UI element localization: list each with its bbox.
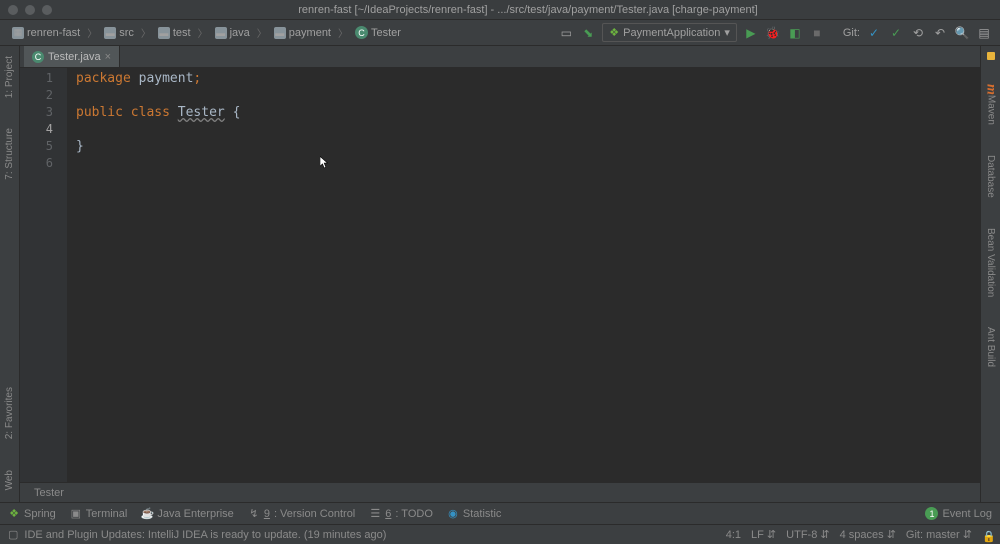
tool-terminal[interactable]: ▣ Terminal	[70, 508, 128, 520]
cursor-position[interactable]: 4:1	[726, 529, 741, 541]
breadcrumb-sep-icon: 〉	[198, 25, 208, 40]
main-area: 1: Project 7: Structure 2: Favorites Web…	[0, 46, 1000, 502]
breadcrumb-sep-icon: 〉	[141, 25, 151, 40]
sidebar-ant-build[interactable]: Ant Build	[985, 327, 996, 367]
statistic-icon: ◉	[447, 508, 459, 520]
breadcrumb-src[interactable]: ▬ src	[100, 25, 138, 41]
warning-marker-icon[interactable]	[987, 52, 995, 60]
status-right: 4:1 LF ⇵ UTF-8 ⇵ 4 spaces ⇵ Git: master …	[726, 528, 992, 541]
git-update-icon[interactable]: ✓	[866, 25, 882, 41]
editor-area: C Tester.java × 1 2 3 4 5 6 package paym…	[20, 46, 980, 502]
tool-event-log[interactable]: 1 Event Log	[925, 507, 992, 520]
git-revert-icon[interactable]: ↶	[932, 25, 948, 41]
folder-icon: ▬	[215, 27, 227, 39]
build-icon[interactable]: ▭	[558, 25, 574, 41]
breadcrumb-sep-icon: 〉	[257, 25, 267, 40]
sidebar-database[interactable]: Database	[985, 155, 996, 198]
folder-icon: ▬	[104, 27, 116, 39]
title-bar: renren-fast [~/IdeaProjects/renren-fast]…	[0, 0, 1000, 20]
spring-icon: ❖	[609, 26, 619, 39]
run-button[interactable]: ▶	[743, 25, 759, 41]
breadcrumb-sep-icon: 〉	[338, 25, 348, 40]
vcs-icon: ↯	[248, 508, 260, 520]
coverage-button[interactable]: ◧	[787, 25, 803, 41]
java-icon: ☕	[141, 508, 153, 520]
breadcrumbs: ▦ renren-fast 〉 ▬ src 〉 ▬ test 〉 ▬ java …	[8, 24, 558, 41]
right-tool-sidebar: mMaven Database Bean Validation Ant Buil…	[980, 46, 1000, 502]
editor-breadcrumb-bar[interactable]: Tester	[20, 482, 980, 502]
git-commit-icon[interactable]: ✓	[888, 25, 904, 41]
class-icon: C	[32, 51, 44, 63]
left-tool-sidebar: 1: Project 7: Structure 2: Favorites Web	[0, 46, 20, 502]
navigation-bar: ▦ renren-fast 〉 ▬ src 〉 ▬ test 〉 ▬ java …	[0, 20, 1000, 46]
encoding-selector[interactable]: UTF-8 ⇵	[786, 528, 829, 541]
folder-icon: ▬	[158, 27, 170, 39]
module-icon: ▦	[12, 27, 24, 39]
git-label: Git:	[843, 27, 860, 39]
stop-button[interactable]: ■	[809, 25, 825, 41]
close-window-icon[interactable]	[8, 5, 18, 15]
sidebar-maven[interactable]: mMaven	[983, 84, 999, 125]
breadcrumb-java[interactable]: ▬ java	[211, 25, 254, 41]
code-editor[interactable]: 1 2 3 4 5 6 package payment; public clas…	[20, 68, 980, 482]
bottom-tool-window-bar: ❖ Spring ▣ Terminal ☕ Java Enterprise ↯ …	[0, 502, 1000, 524]
maximize-window-icon[interactable]	[42, 5, 52, 15]
toolbar-right: ▭ ⬊ ❖ PaymentApplication ▾ ▶ 🐞 ◧ ■ Git: …	[558, 23, 992, 42]
breadcrumb-module[interactable]: ▦ renren-fast	[8, 25, 84, 41]
sidebar-structure[interactable]: 7: Structure	[4, 128, 15, 180]
sidebar-web[interactable]: Web	[4, 470, 15, 490]
code-content[interactable]: package payment; public class Tester { }	[68, 68, 980, 482]
status-bar: ▢ IDE and Plugin Updates: IntelliJ IDEA …	[0, 524, 1000, 544]
event-badge: 1	[925, 507, 938, 520]
lock-icon[interactable]: 🔒	[982, 530, 992, 540]
spring-icon: ❖	[8, 508, 20, 520]
editor-tabs: C Tester.java ×	[20, 46, 980, 68]
hammer-icon[interactable]: ⬊	[580, 25, 596, 41]
git-branch-selector[interactable]: Git: master ⇵	[906, 528, 972, 541]
minimize-window-icon[interactable]	[25, 5, 35, 15]
tool-spring[interactable]: ❖ Spring	[8, 508, 56, 520]
class-icon: C	[355, 26, 368, 39]
breadcrumb-test[interactable]: ▬ test	[154, 25, 195, 41]
window-controls	[8, 5, 52, 15]
indent-selector[interactable]: 4 spaces ⇵	[840, 528, 896, 541]
terminal-icon: ▣	[70, 508, 82, 520]
tool-version-control[interactable]: ↯ 9: Version Control	[248, 508, 355, 520]
git-history-icon[interactable]: ⟲	[910, 25, 926, 41]
sidebar-project[interactable]: 1: Project	[4, 56, 15, 98]
tool-statistic[interactable]: ◉ Statistic	[447, 508, 502, 520]
line-gutter: 1 2 3 4 5 6	[20, 68, 68, 482]
tool-todo[interactable]: ☰ 6: TODO	[369, 508, 433, 520]
breadcrumb-sep-icon: 〉	[87, 25, 97, 40]
chevron-down-icon: ▾	[724, 26, 730, 39]
debug-button[interactable]: 🐞	[765, 25, 781, 41]
sidebar-bean-validation[interactable]: Bean Validation	[985, 228, 996, 297]
breadcrumb-class[interactable]: C Tester	[351, 24, 405, 41]
tool-java-enterprise[interactable]: ☕ Java Enterprise	[141, 508, 233, 520]
window-toggle-icon[interactable]: ▢	[8, 528, 18, 541]
breadcrumb-payment[interactable]: ▬ payment	[270, 25, 335, 41]
editor-tab-tester[interactable]: C Tester.java ×	[24, 46, 120, 67]
sidebar-favorites[interactable]: 2: Favorites	[4, 387, 15, 439]
ide-settings-icon[interactable]: ▤	[976, 25, 992, 41]
run-configuration-selector[interactable]: ❖ PaymentApplication ▾	[602, 23, 737, 42]
window-title: renren-fast [~/IdeaProjects/renren-fast]…	[64, 4, 992, 16]
line-ending-selector[interactable]: LF ⇵	[751, 528, 776, 541]
folder-icon: ▬	[274, 27, 286, 39]
search-icon[interactable]: 🔍	[954, 25, 970, 41]
todo-icon: ☰	[369, 508, 381, 520]
close-tab-icon[interactable]: ×	[105, 51, 111, 63]
status-message[interactable]: ▢ IDE and Plugin Updates: IntelliJ IDEA …	[8, 528, 386, 541]
